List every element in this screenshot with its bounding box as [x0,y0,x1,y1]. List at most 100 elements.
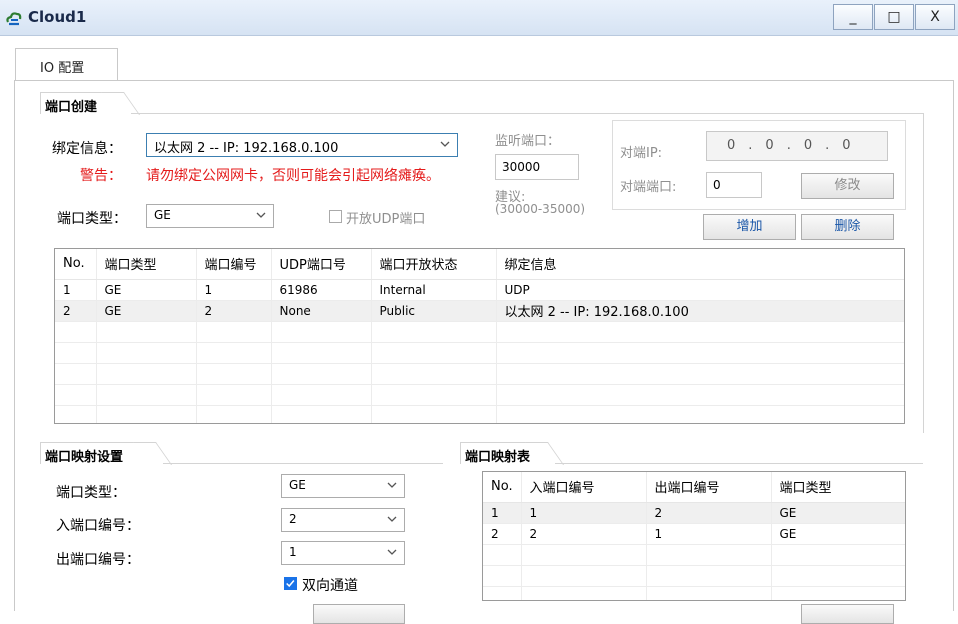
table-cell: 1 [483,502,522,524]
check-icon [286,580,295,588]
mapping-table-action-button[interactable] [801,604,894,624]
bidirectional-checkbox[interactable] [284,577,297,590]
peer-port-input[interactable]: 0 [706,172,762,198]
table-header-row: No. 入端口编号 出端口编号 端口类型 [483,472,905,503]
map-port-type-label: 端口类型： [56,485,126,501]
modify-button[interactable]: 修改 [801,173,894,199]
empty-row [55,384,904,406]
cloud-app-icon [6,12,22,26]
map-port-type-select[interactable]: GE [281,474,405,498]
table-cell: Public [371,300,497,322]
group-divider [131,113,924,114]
column-header[interactable]: 出端口编号 [646,472,772,503]
maximize-button[interactable]: □ [874,4,914,30]
mapping-table[interactable]: No. 入端口编号 出端口编号 端口类型 1 1 2 GE 2 2 1 GE [482,471,906,601]
port-table[interactable]: No. 端口类型 端口编号 UDP端口号 端口开放状态 绑定信息 1 GE 1 … [54,248,905,424]
table-cell: None [271,300,372,322]
out-port-value: 1 [289,545,297,559]
column-header[interactable]: 端口类型 [96,249,197,280]
table-row[interactable]: 2 2 1 GE [483,523,905,545]
table-cell: 1 [521,502,647,524]
udp-open-checkbox[interactable] [329,210,342,223]
peer-ip-octet-2: 0 [765,138,775,153]
table-cell: 2 [196,300,272,322]
peer-ip-octet-1: 0 [727,138,737,153]
table-cell: 以太网 2 -- IP: 192.168.0.100 [496,300,904,322]
chevron-down-icon [387,482,397,488]
empty-row [55,342,904,364]
minimize-button[interactable]: _ [833,4,873,30]
column-header[interactable]: No. [55,249,97,280]
in-port-value: 2 [289,512,297,526]
chevron-down-icon [256,212,266,218]
mapping-action-button[interactable] [313,604,405,624]
bind-info-select[interactable]: 以太网 2 -- IP: 192.168.0.100 [146,133,458,157]
empty-row [55,405,904,423]
table-cell: 2 [521,523,647,545]
out-port-select[interactable]: 1 [281,541,405,565]
table-cell: GE [771,502,905,524]
empty-row [55,321,904,343]
port-type-value: GE [154,208,171,222]
group-divider [555,463,923,464]
window-title: Cloud1 [28,8,87,26]
out-port-label: 出端口编号： [56,552,140,568]
table-cell: 1 [55,279,97,301]
group-title-mapping-settings: 端口映射设置 [45,450,124,465]
table-cell: GE [96,279,197,301]
close-button[interactable]: X [915,4,955,30]
chevron-down-icon [387,516,397,522]
warning-text: 请勿绑定公网网卡，否则可能会引起网络瘫痪。 [146,168,440,184]
table-row[interactable]: 2 GE 2 None Public 以太网 2 -- IP: 192.168.… [55,300,904,322]
title-bar: Cloud1 _ □ X [0,0,958,36]
in-port-label: 入端口编号： [56,518,140,534]
tab-io-config[interactable]: IO 配置 [15,48,118,80]
peer-port-label: 对端端口: [620,180,677,195]
peer-ip-input[interactable]: 0.0.0.0 [706,131,888,161]
peer-ip-octet-3: 0 [803,138,814,153]
table-row[interactable]: 1 1 2 GE [483,502,905,524]
table-cell: Internal [371,279,497,301]
group-tab-port-create: 端口创建 [40,92,118,115]
peer-ip-label: 对端IP: [620,146,663,161]
chevron-down-icon [387,549,397,555]
port-type-select[interactable]: GE [146,204,274,228]
listen-port-label: 监听端口： [495,134,561,149]
suggest-range: (30000-35000) [495,202,586,216]
column-header[interactable]: 端口编号 [196,249,272,280]
in-port-select[interactable]: 2 [281,508,405,532]
column-header[interactable]: 端口开放状态 [371,249,497,280]
column-header[interactable]: 入端口编号 [521,472,647,503]
port-type-label: 端口类型： [57,211,127,227]
table-cell: 1 [646,523,772,545]
table-row[interactable]: 1 GE 1 61986 Internal UDP [55,279,904,301]
table-header-row: No. 端口类型 端口编号 UDP端口号 端口开放状态 绑定信息 [55,249,904,280]
table-cell: 2 [483,523,522,545]
empty-row [55,363,904,385]
chevron-down-icon [440,141,450,147]
column-header[interactable]: 端口类型 [771,472,905,503]
listen-port-input[interactable]: 30000 [495,154,579,180]
warning-label: 警告： [80,168,122,184]
empty-row [483,586,905,600]
udp-open-label: 开放UDP端口 [346,212,426,227]
group-divider [163,463,443,464]
group-tab-mapping-settings: 端口映射设置 [40,442,150,465]
bind-info-value: 以太网 2 -- IP: 192.168.0.100 [154,141,339,156]
empty-row [483,544,905,566]
column-header[interactable]: UDP端口号 [271,249,372,280]
empty-row [483,565,905,587]
table-cell: GE [771,523,905,545]
column-header[interactable]: No. [483,472,522,503]
add-button[interactable]: 增加 [703,214,796,240]
table-cell: 61986 [271,279,372,301]
table-cell: GE [96,300,197,322]
delete-button[interactable]: 删除 [801,214,894,240]
table-cell: UDP [496,279,904,301]
column-header[interactable]: 绑定信息 [496,249,904,280]
group-border-right [923,113,924,433]
group-tab-mapping-table: 端口映射表 [460,442,542,465]
group-title-mapping-table: 端口映射表 [465,450,531,465]
bidirectional-label: 双向通道 [302,578,358,594]
map-port-type-value: GE [289,478,306,492]
